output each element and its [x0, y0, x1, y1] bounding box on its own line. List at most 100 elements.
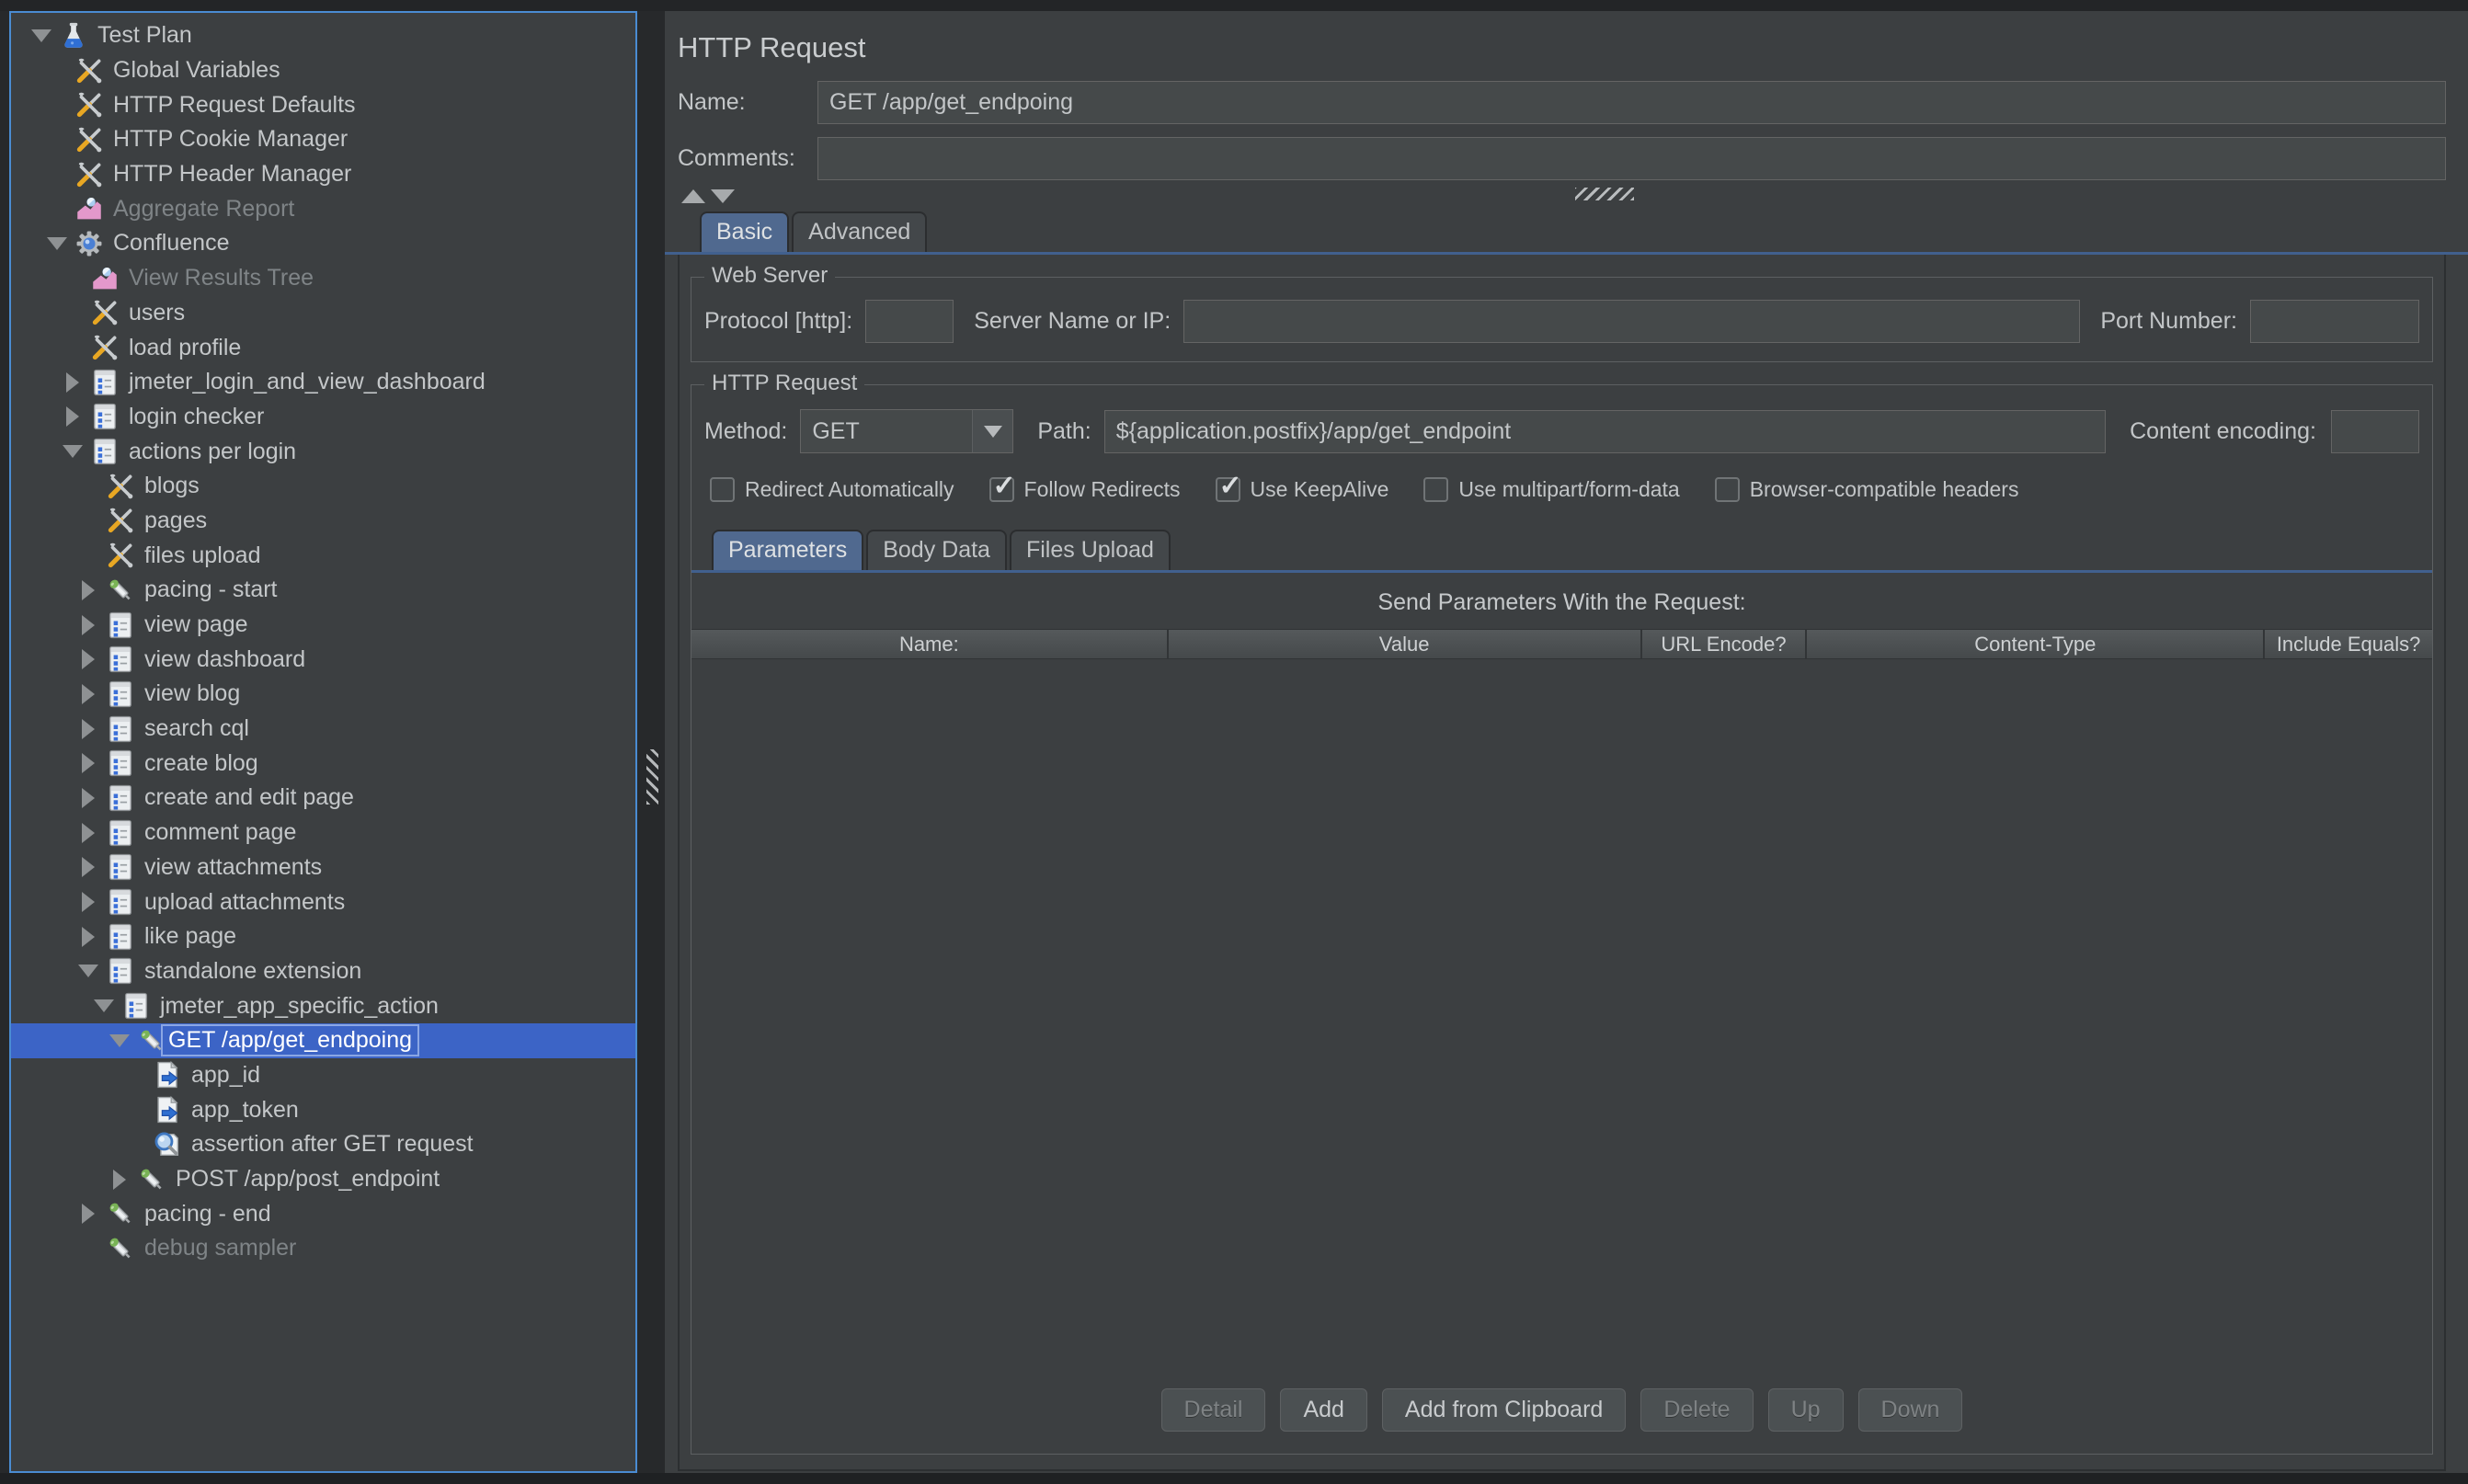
tab-basic[interactable]: Basic — [700, 211, 790, 252]
tree-item-label: view page — [144, 611, 248, 638]
tree-item-http-header-manager[interactable]: HTTP Header Manager — [11, 157, 635, 192]
tree-item-users[interactable]: users — [11, 296, 635, 331]
tree-item-view-dashboard[interactable]: view dashboard — [11, 642, 635, 677]
tree-item-blogs[interactable]: blogs — [11, 469, 635, 504]
tree-item-http-request-defaults[interactable]: HTTP Request Defaults — [11, 87, 635, 122]
collapse-arrow-icon[interactable] — [73, 955, 104, 987]
tab-advanced[interactable]: Advanced — [792, 211, 928, 252]
checkbox-browser-compatible-headers[interactable]: Browser-compatible headers — [1714, 477, 2018, 502]
tree-item-view-blog[interactable]: view blog — [11, 677, 635, 712]
delete-button[interactable]: Delete — [1640, 1388, 1754, 1432]
tree-item-view-page[interactable]: view page — [11, 608, 635, 643]
tree-item-confluence[interactable]: Confluence — [11, 226, 635, 261]
name-input[interactable] — [817, 81, 2446, 124]
tree-item-pacing-end[interactable]: pacing - end — [11, 1196, 635, 1231]
column-header-value[interactable]: Value — [1169, 630, 1642, 658]
tree-item-files-upload[interactable]: files upload — [11, 538, 635, 573]
protocol-input[interactable] — [865, 300, 954, 343]
expand-arrow-icon[interactable] — [57, 367, 88, 398]
expand-arrow-icon[interactable] — [73, 886, 104, 918]
tab-files-upload[interactable]: Files Upload — [1009, 530, 1171, 570]
expand-arrow-icon[interactable] — [73, 713, 104, 745]
column-header-include-equals[interactable]: Include Equals? — [2265, 630, 2432, 658]
tree-item-upload-attachments[interactable]: upload attachments — [11, 885, 635, 919]
tree-item-load-profile[interactable]: load profile — [11, 330, 635, 365]
tree-item-login-checker[interactable]: login checker — [11, 400, 635, 435]
tree-item-get-app-get-endpoing[interactable]: GET /app/get_endpoing — [11, 1022, 635, 1058]
detail-button[interactable]: Detail — [1160, 1388, 1266, 1432]
expand-arrow-icon[interactable] — [73, 851, 104, 883]
tab-parameters[interactable]: Parameters — [712, 530, 864, 570]
tree-item-view-results-tree[interactable]: View Results Tree — [11, 261, 635, 296]
column-header-url-encode[interactable]: URL Encode? — [1642, 630, 1808, 658]
config-icon — [73, 88, 106, 121]
down-button[interactable]: Down — [1857, 1388, 1963, 1432]
checkbox-use-multipart-form-data[interactable]: Use multipart/form-data — [1423, 477, 1680, 502]
add-from-clipboard-button[interactable]: Add from Clipboard — [1381, 1388, 1627, 1432]
tree-item-debug-sampler[interactable]: debug sampler — [11, 1231, 635, 1266]
collapse-down-icon[interactable] — [711, 188, 735, 203]
checkbox-follow-redirects[interactable]: Follow Redirects — [988, 470, 1181, 502]
tree-item-pages[interactable]: pages — [11, 504, 635, 539]
method-dropdown[interactable]: GET — [800, 409, 1014, 453]
parameters-table-body[interactable] — [691, 659, 2432, 1388]
tree-item-test-plan[interactable]: Test Plan — [11, 18, 635, 53]
checkbox-use-keepalive[interactable]: Use KeepAlive — [1215, 470, 1388, 502]
tree-item-app-id[interactable]: app_id — [11, 1058, 635, 1093]
tree-item-search-cql[interactable]: search cql — [11, 712, 635, 747]
comments-input[interactable] — [817, 137, 2446, 180]
checkbox-redirect-automatically[interactable]: Redirect Automatically — [710, 477, 954, 502]
expand-arrow-icon[interactable] — [73, 748, 104, 779]
unchecked-checkbox-icon — [1423, 477, 1449, 502]
collapse-arrow-icon[interactable] — [41, 228, 73, 259]
expand-arrow-icon[interactable] — [57, 401, 88, 432]
expand-arrow-icon[interactable] — [73, 921, 104, 953]
tree-item-post-app-post-endpoint[interactable]: POST /app/post_endpoint — [11, 1162, 635, 1197]
expand-arrow-icon[interactable] — [73, 644, 104, 675]
method-dropdown-button[interactable] — [972, 410, 1013, 452]
tree-item-assertion-after-get-request[interactable]: assertion after GET request — [11, 1127, 635, 1162]
collapse-arrow-icon[interactable] — [88, 990, 120, 1022]
tree-item-aggregate-report[interactable]: Aggregate Report — [11, 191, 635, 226]
horizontal-splitter-grip[interactable] — [1574, 188, 1634, 200]
tree-item-create-and-edit-page[interactable]: create and edit page — [11, 781, 635, 816]
add-button[interactable]: Add — [1280, 1388, 1367, 1432]
expand-arrow-icon[interactable] — [73, 610, 104, 641]
collapse-arrow-icon[interactable] — [57, 436, 88, 467]
tree-item-actions-per-login[interactable]: actions per login — [11, 434, 635, 469]
tree-item-jmeter-app-specific-action[interactable]: jmeter_app_specific_action — [11, 988, 635, 1023]
column-header-content-type[interactable]: Content-Type — [1807, 630, 2266, 658]
tree-item-http-cookie-manager[interactable]: HTTP Cookie Manager — [11, 122, 635, 157]
controller-icon — [104, 782, 137, 815]
column-header-name[interactable]: Name: — [691, 630, 1169, 658]
path-input[interactable] — [1103, 409, 2107, 453]
tree-item-jmeter-login-and-view-dashboard[interactable]: jmeter_login_and_view_dashboard — [11, 365, 635, 400]
tree-item-create-blog[interactable]: create blog — [11, 746, 635, 781]
collapse-up-icon[interactable] — [681, 188, 705, 203]
content-encoding-input[interactable] — [2331, 409, 2419, 453]
tree-item-global-variables[interactable]: Global Variables — [11, 53, 635, 88]
tree-item-view-attachments[interactable]: view attachments — [11, 850, 635, 885]
expand-arrow-icon[interactable] — [73, 1198, 104, 1229]
up-button[interactable]: Up — [1767, 1388, 1844, 1432]
collapse-arrow-icon[interactable] — [104, 1025, 135, 1056]
tree-item-standalone-extension[interactable]: standalone extension — [11, 954, 635, 989]
port-number-input[interactable] — [2250, 300, 2419, 343]
tree-item-like-page[interactable]: like page — [11, 919, 635, 954]
collapse-arrow-icon[interactable] — [26, 20, 57, 51]
tree-item-comment-page[interactable]: comment page — [11, 816, 635, 850]
tree-item-app-token[interactable]: app_token — [11, 1092, 635, 1127]
server-name-input[interactable] — [1183, 300, 2081, 343]
expand-arrow-icon[interactable] — [73, 817, 104, 849]
tab-body-data[interactable]: Body Data — [866, 530, 1007, 570]
expand-arrow-icon[interactable] — [73, 575, 104, 606]
expand-arrow-icon[interactable] — [73, 782, 104, 814]
tree-item-label: files upload — [144, 542, 261, 568]
tree-item-label: Global Variables — [113, 57, 280, 84]
expand-arrow-icon[interactable] — [104, 1164, 135, 1195]
tree-main-splitter[interactable] — [642, 745, 662, 809]
expand-arrow-icon[interactable] — [73, 679, 104, 710]
tree-item-pacing-start[interactable]: pacing - start — [11, 573, 635, 608]
